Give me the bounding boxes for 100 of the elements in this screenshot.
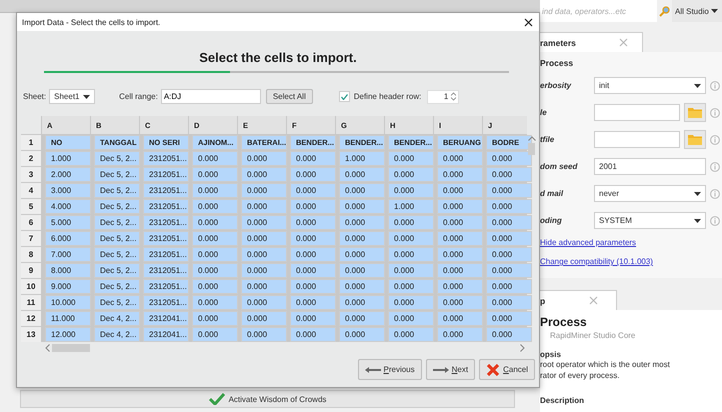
table-cell: 2312051...	[143, 215, 189, 230]
search-field[interactable]: ind data, operators...etc	[540, 0, 657, 22]
table-cell: Dec 5, 2...	[94, 247, 140, 262]
dropdown[interactable]: SYSTEM	[594, 212, 706, 229]
table-cell: 6.000	[45, 231, 91, 246]
scroll-right-icon[interactable]	[520, 344, 525, 352]
table-cell: Dec 5, 2...	[94, 215, 140, 230]
help-tab[interactable]: p	[540, 290, 617, 310]
table-cell: 0.000	[437, 183, 483, 198]
select-all-button[interactable]: Select All	[266, 89, 313, 104]
sheet-dropdown[interactable]: Sheet1	[49, 89, 96, 104]
input-field[interactable]	[594, 104, 680, 121]
info-icon[interactable]	[710, 162, 720, 172]
input-field[interactable]: 2001	[594, 158, 706, 175]
table-cell: 0.000	[192, 295, 238, 310]
next-button[interactable]: Next	[426, 359, 476, 380]
row-number[interactable]: 6	[21, 215, 41, 230]
row-number[interactable]: 11	[21, 295, 41, 310]
dropdown[interactable]: never	[594, 185, 706, 202]
table-cell: 0.000	[339, 215, 385, 230]
table-cell: Dec 5, 2...	[94, 167, 140, 182]
header-row-spinner[interactable]: 1	[427, 90, 460, 104]
scope-dropdown[interactable]: All Studio	[672, 0, 722, 22]
table-cell: 0.000	[486, 215, 532, 230]
table-cell: 0.000	[437, 327, 483, 342]
row-number[interactable]: 10	[21, 279, 41, 294]
table-cell: 0.000	[339, 199, 385, 214]
input-field[interactable]	[594, 131, 680, 148]
row-number[interactable]: 3	[21, 167, 41, 182]
table-cell: 0.000	[192, 151, 238, 166]
scroll-thumb[interactable]	[52, 344, 90, 352]
close-icon[interactable]	[524, 18, 533, 26]
horizontal-scrollbar[interactable]	[45, 344, 525, 352]
link[interactable]: Hide advanced parameters	[540, 234, 722, 253]
table-cell: Dec 5, 2...	[94, 295, 140, 310]
search-icon[interactable]	[659, 6, 670, 16]
browse-button[interactable]	[684, 130, 706, 149]
table-cell: Dec 5, 2...	[94, 151, 140, 166]
row-number[interactable]: 5	[21, 199, 41, 214]
table-cell: 0.000	[290, 167, 336, 182]
parameters-tab[interactable]: rameters	[540, 32, 643, 52]
row-number[interactable]: 7	[21, 231, 41, 246]
header-checkbox[interactable]	[338, 91, 350, 102]
dropdown[interactable]: init	[594, 77, 706, 94]
cancel-button[interactable]: Cancel	[479, 359, 535, 380]
table-cell: 2312051...	[143, 199, 189, 214]
table-cell: 0.000	[241, 231, 287, 246]
scroll-thumb[interactable]	[528, 143, 535, 155]
table-cell: Dec 4, 2...	[94, 311, 140, 326]
table-cell: 0.000	[339, 327, 385, 342]
info-icon[interactable]	[710, 108, 720, 118]
browse-button[interactable]	[684, 103, 706, 122]
table-cell: 2312051...	[143, 167, 189, 182]
info-icon[interactable]	[710, 80, 720, 90]
table-cell: 0.000	[339, 311, 385, 326]
scroll-left-icon[interactable]	[45, 344, 50, 352]
table-cell: 0.000	[486, 247, 532, 262]
previous-button[interactable]: Previous	[358, 359, 422, 380]
table-cell: 0.000	[437, 199, 483, 214]
arrow-left-icon	[364, 366, 380, 372]
table-cell: 0.000	[290, 183, 336, 198]
window-title: Import Data - Select the cells to import.	[22, 18, 160, 26]
row-number[interactable]: 12	[21, 311, 41, 326]
table-cell: Dec 5, 2...	[94, 199, 140, 214]
row-number[interactable]: 4	[21, 183, 41, 198]
parameter-label: tfile	[540, 135, 556, 144]
table-cell: 8.000	[45, 263, 91, 278]
wisdom-button[interactable]: Activate Wisdom of Crowds	[20, 390, 515, 408]
row-number[interactable]: 8	[21, 247, 41, 262]
scroll-up-icon[interactable]	[528, 136, 536, 141]
table-cell: 0.000	[388, 215, 434, 230]
table-cell: 0.000	[290, 279, 336, 294]
info-icon[interactable]	[710, 188, 720, 198]
row-number[interactable]: 1	[21, 135, 41, 150]
table-cell: Dec 4, 2...	[94, 327, 140, 342]
row-number[interactable]: 2	[21, 151, 41, 166]
table-cell: 2312051...	[143, 263, 189, 278]
help-subtitle: RapidMiner Studio Core	[549, 330, 636, 340]
table-cell: 0.000	[486, 151, 532, 166]
parameter-label: oding	[540, 216, 563, 225]
section-heading: Description	[540, 395, 586, 405]
info-icon[interactable]	[710, 134, 720, 144]
table-cell: 0.000	[486, 327, 532, 342]
table-cell: 0.000	[388, 327, 434, 342]
table-cell: 0.000	[241, 263, 287, 278]
dialog-heading: Select the cells to import.	[198, 50, 358, 65]
table-cell: 11.000	[45, 311, 91, 326]
table-cell: 1.000	[45, 151, 91, 166]
parameter-label: erbosity	[540, 81, 572, 90]
row-number[interactable]: 9	[21, 263, 41, 278]
cell-range-field[interactable]: A:DJ	[160, 89, 261, 104]
info-icon[interactable]	[710, 216, 720, 226]
table-cell: 0.000	[290, 231, 336, 246]
table-cell: 2.000	[45, 167, 91, 182]
table-cell: 0.000	[486, 183, 532, 198]
link[interactable]: Change compatibility (10.1.003)	[540, 253, 722, 272]
table-cell: 0.000	[388, 279, 434, 294]
table-cell: 2312051...	[143, 247, 189, 262]
row-number[interactable]: 13	[21, 327, 41, 342]
table-cell: 0.000	[437, 279, 483, 294]
